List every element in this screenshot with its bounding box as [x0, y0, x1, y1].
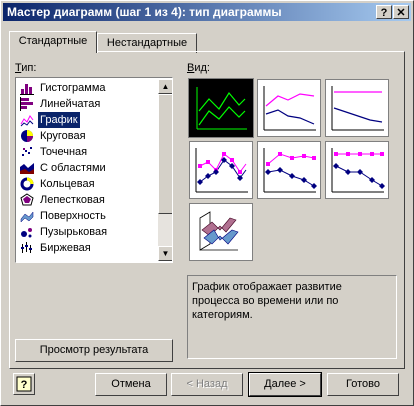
chart-type-label: Кольцевая	[40, 178, 95, 190]
chart-type-item[interactable]: Поверхность	[18, 208, 156, 224]
chart-wizard-dialog: Мастер диаграмм (шаг 1 из 4): тип диагра…	[0, 0, 414, 406]
subtype-3d-line[interactable]	[189, 203, 253, 261]
area-chart-icon	[20, 163, 34, 174]
3d-line-preview-icon	[199, 211, 239, 251]
doughnut-chart-icon	[20, 177, 34, 191]
subtype-stacked-line[interactable]	[257, 79, 321, 137]
tab-custom-label: Нестандартные	[106, 37, 188, 49]
cancel-button[interactable]: Отмена	[95, 373, 167, 396]
chart-type-label: Гистограмма	[40, 82, 106, 94]
finish-button[interactable]: Готово	[327, 373, 399, 396]
svg-text:?: ?	[21, 379, 28, 391]
pie-chart-icon	[21, 130, 33, 142]
line-chart-preview-icon	[196, 87, 247, 130]
tab-standard-label: Стандартные	[18, 35, 88, 47]
window-title: Мастер диаграмм (шаг 1 из 4): тип диагра…	[7, 5, 282, 19]
chart-type-item[interactable]: Лепестковая	[18, 192, 156, 208]
chart-type-item[interactable]: Линейчатая	[18, 96, 156, 112]
chart-type-label: Биржевая	[40, 242, 91, 254]
chart-type-label: С областями	[40, 162, 106, 174]
type-list-scrollbar[interactable]: ▲ ▼	[158, 79, 172, 261]
radar-chart-icon	[20, 193, 34, 206]
help-title-button[interactable]: ?	[376, 5, 392, 19]
100-stacked-line-preview-icon	[331, 86, 384, 131]
type-label: Тип:	[15, 62, 37, 74]
subtype-100-stacked-line[interactable]	[325, 79, 389, 137]
next-label: Далее >	[264, 378, 306, 390]
office-assistant-button[interactable]: ?	[13, 373, 35, 395]
chart-type-label: Пузырьковая	[40, 226, 108, 238]
subtype-100-stacked-line-markers[interactable]	[325, 141, 389, 199]
tab-custom[interactable]: Нестандартные	[97, 33, 197, 53]
chart-type-label: Линейчатая	[40, 98, 101, 110]
scroll-down-button[interactable]: ▼	[158, 246, 172, 261]
bubble-chart-icon	[21, 228, 32, 238]
scroll-up-button[interactable]: ▲	[158, 79, 172, 94]
finish-label: Готово	[346, 378, 380, 390]
chart-type-label: Точечная	[40, 146, 88, 158]
100-stacked-line-with-markers-preview-icon	[331, 148, 385, 193]
chart-type-item[interactable]: Точечная	[18, 144, 156, 160]
close-button[interactable]: ✕	[393, 5, 409, 19]
stock-chart-icon	[21, 242, 32, 253]
next-button[interactable]: Далее >	[248, 372, 322, 397]
column-chart-icon	[20, 84, 34, 95]
line-chart-icon	[20, 113, 34, 127]
subtype-stacked-line-markers[interactable]	[257, 141, 321, 199]
stacked-line-preview-icon	[263, 86, 316, 131]
stacked-line-with-markers-preview-icon	[263, 148, 317, 193]
chart-type-item[interactable]: С областями	[18, 160, 156, 176]
scatter-chart-icon	[22, 147, 32, 156]
subtype-line-markers[interactable]	[189, 141, 253, 199]
subtype-line[interactable]	[188, 78, 254, 138]
line-with-markers-preview-icon	[195, 148, 248, 193]
back-button[interactable]: < Назад	[171, 373, 243, 396]
description-box: График отображает развитие процесса во в…	[187, 275, 397, 359]
surface-chart-icon	[20, 211, 34, 223]
cancel-label: Отмена	[111, 378, 151, 390]
back-label: < Назад	[186, 378, 228, 390]
chart-type-list[interactable]: Гистограмма Линейчатая График Круговая Т…	[15, 77, 173, 263]
chart-type-label: Поверхность	[40, 210, 106, 222]
help-question-icon: ?	[16, 376, 32, 392]
chart-type-item[interactable]: Биржевая	[18, 240, 156, 256]
chart-type-item[interactable]: Кольцевая	[18, 176, 156, 192]
preview-result-label: Просмотр результата	[39, 344, 149, 356]
chart-type-item[interactable]: График	[18, 112, 156, 128]
description-text: График отображает развитие процесса во в…	[192, 281, 342, 321]
view-label: Вид:	[187, 62, 210, 74]
preview-result-button[interactable]: Просмотр результата	[15, 339, 173, 362]
bar-chart-icon	[20, 97, 33, 111]
scroll-thumb[interactable]	[158, 94, 172, 214]
chart-type-item[interactable]: Пузырьковая	[18, 224, 156, 240]
title-bar: Мастер диаграмм (шаг 1 из 4): тип диагра…	[3, 3, 411, 21]
chart-type-item[interactable]: Гистограмма	[18, 80, 156, 96]
chart-type-label: Лепестковая	[40, 194, 105, 206]
chart-type-item[interactable]: Круговая	[18, 128, 156, 144]
chart-type-label: Круговая	[40, 130, 86, 142]
chart-type-label: График	[38, 112, 80, 128]
tab-standard[interactable]: Стандартные	[9, 31, 97, 53]
